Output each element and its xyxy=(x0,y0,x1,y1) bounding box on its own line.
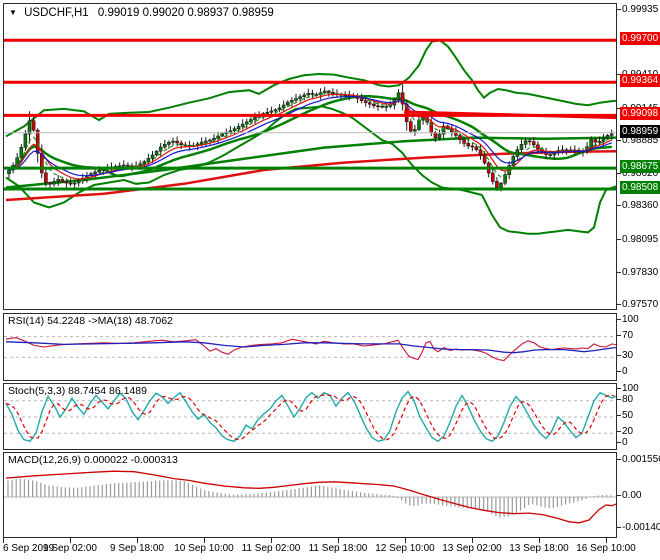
axis-tick-mark xyxy=(617,238,621,240)
time-axis-label: 10 Sep 10:00 xyxy=(174,543,234,554)
price-axis-tick: 0.98095 xyxy=(617,234,658,246)
main-chart-canvas[interactable] xyxy=(4,4,616,309)
axis-tick-mark xyxy=(617,371,621,372)
price-axis-tick: 0.97570 xyxy=(617,299,658,311)
time-axis-label: 9 Sep 18:00 xyxy=(110,543,164,554)
macd-label: MACD(12,26,9) 0.000022 -0.000313 xyxy=(8,454,178,466)
price-axis-tick: 0.99935 xyxy=(617,4,658,16)
axis-tick-mark xyxy=(617,139,621,141)
rsi-label: RSI(14) 54.2248 ->MA(18) 48.7062 xyxy=(8,315,173,327)
current-price-badge: 0.98959 xyxy=(620,124,660,138)
trading-chart-window: ▼ USDCHF,H1 0.99019 0.99020 0.98937 0.98… xyxy=(0,0,660,560)
time-axis-label: 11 Sep 18:00 xyxy=(308,543,368,554)
axis-tick-mark xyxy=(617,8,621,10)
price-level-badge: 0.98508 xyxy=(620,180,660,194)
time-axis-label: 16 Sep 10:00 xyxy=(576,543,636,554)
axis-tick-mark xyxy=(617,459,621,461)
axis-tick-mark xyxy=(617,495,621,496)
axis-tick-mark xyxy=(617,173,621,175)
macd-axis-tick: 0.001556 xyxy=(617,454,660,466)
axis-tick-mark xyxy=(617,334,621,336)
stochastic-axis-tick: 0 xyxy=(617,437,628,449)
chart-symbol-timeframe: USDCHF,H1 xyxy=(24,7,89,19)
chart-dropdown-icon[interactable]: ▼ xyxy=(9,8,17,17)
chart-ohlc-values: 0.99019 0.99020 0.98937 0.98959 xyxy=(97,7,274,19)
rsi-axis-tick: 0 xyxy=(617,366,628,378)
axis-tick-mark xyxy=(617,388,621,389)
price-level-badge: 0.99364 xyxy=(620,74,660,88)
time-axis-label: 13 Sep 18:00 xyxy=(509,543,569,554)
time-axis-label: 12 Sep 10:00 xyxy=(375,543,435,554)
stochastic-axis-tick: 80 xyxy=(617,394,633,406)
stochastic-indicator-panel: Stoch(5,3,3) 88.7454 86.1489 xyxy=(3,383,617,450)
price-axis: 0.999350.994100.991450.988850.986200.983… xyxy=(617,0,660,560)
rsi-indicator-panel: RSI(14) 54.2248 ->MA(18) 48.7062 xyxy=(3,313,617,381)
price-level-badge: 0.99700 xyxy=(620,32,660,46)
time-axis-label: 9 Sep 02:00 xyxy=(43,543,97,554)
time-axis: 6 Sep 2019 9 Sep 02:00 9 Sep 18:00 10 Sep 1… xyxy=(0,538,660,560)
axis-tick-mark xyxy=(617,431,621,433)
axis-tick-mark xyxy=(617,355,621,357)
chart-title: ▼ USDCHF,H1 0.99019 0.99020 0.98937 0.98… xyxy=(9,7,274,19)
time-axis-label: 11 Sep 02:00 xyxy=(241,543,301,554)
price-level-badge: 0.98675 xyxy=(620,160,660,174)
macd-indicator-panel: MACD(12,26,9) 0.000022 -0.000313 xyxy=(3,452,617,538)
axis-tick-mark xyxy=(617,304,621,305)
axis-tick-mark xyxy=(617,319,621,320)
axis-tick-mark xyxy=(617,415,621,416)
macd-axis-tick: 0.00 xyxy=(617,490,641,502)
stochastic-label: Stoch(5,3,3) 88.7454 86.1489 xyxy=(8,385,147,397)
axis-tick-mark xyxy=(617,205,621,207)
macd-axis-tick: -0.001405 xyxy=(617,522,660,534)
rsi-axis-tick: 100 xyxy=(617,314,639,326)
price-axis-tick: 0.97830 xyxy=(617,267,658,279)
time-axis-label: 13 Sep 02:00 xyxy=(442,543,502,554)
rsi-axis-tick: 70 xyxy=(617,330,633,342)
main-chart-panel: ▼ USDCHF,H1 0.99019 0.99020 0.98937 0.98… xyxy=(3,3,617,310)
stochastic-axis-tick: 50 xyxy=(617,410,633,422)
price-level-badge: 0.99098 xyxy=(620,107,660,121)
rsi-axis-tick: 30 xyxy=(617,350,633,362)
axis-tick-mark xyxy=(617,398,621,400)
price-axis-tick: 0.98360 xyxy=(617,200,658,212)
axis-tick-mark xyxy=(617,527,621,529)
axis-tick-mark xyxy=(617,271,621,273)
axis-tick-mark xyxy=(617,442,621,443)
